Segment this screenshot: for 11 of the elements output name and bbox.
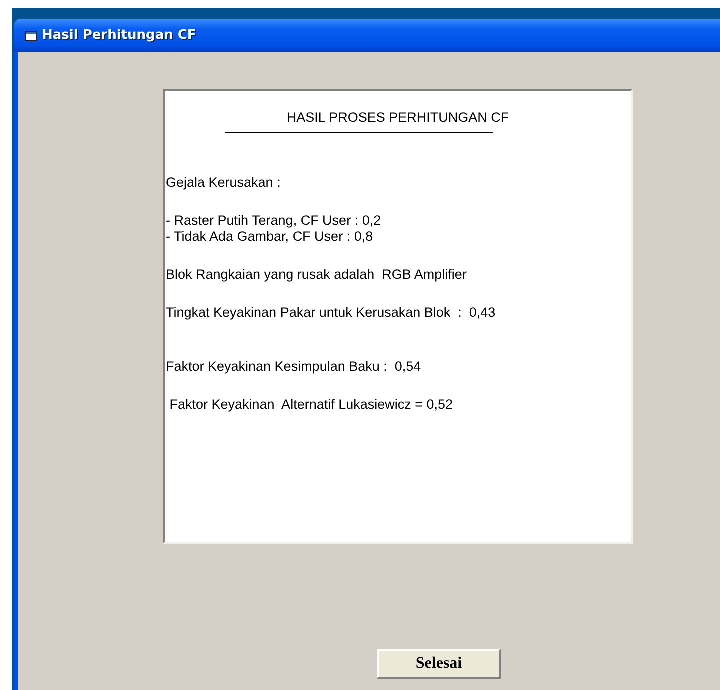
result-line: Faktor Keyakinan Kesimpulan Baku : 0,54: [166, 359, 422, 375]
result-line: - Tidak Ada Gambar, CF User : 0,8: [166, 229, 374, 245]
finish-button[interactable]: Selesai: [377, 649, 501, 679]
result-line: - Raster Putih Terang, CF User : 0,2: [166, 213, 382, 229]
result-line: Tingkat Keyakinan Pakar untuk Kerusakan Blok : 0,43: [166, 305, 497, 321]
result-line: Faktor Keyakinan Alternatif Lukasiewicz = 0,52: [168, 397, 454, 413]
window-icon: [25, 30, 37, 40]
window-title: Hasil Perhitungan CF: [42, 28, 196, 43]
result-line: Blok Rangkaian yang rusak adalah RGB Amplifier: [166, 267, 468, 283]
result-line: Gejala Kerusakan :: [166, 175, 282, 191]
result-heading: HASIL PROSES PERHITUNGAN CF: [286, 110, 510, 125]
